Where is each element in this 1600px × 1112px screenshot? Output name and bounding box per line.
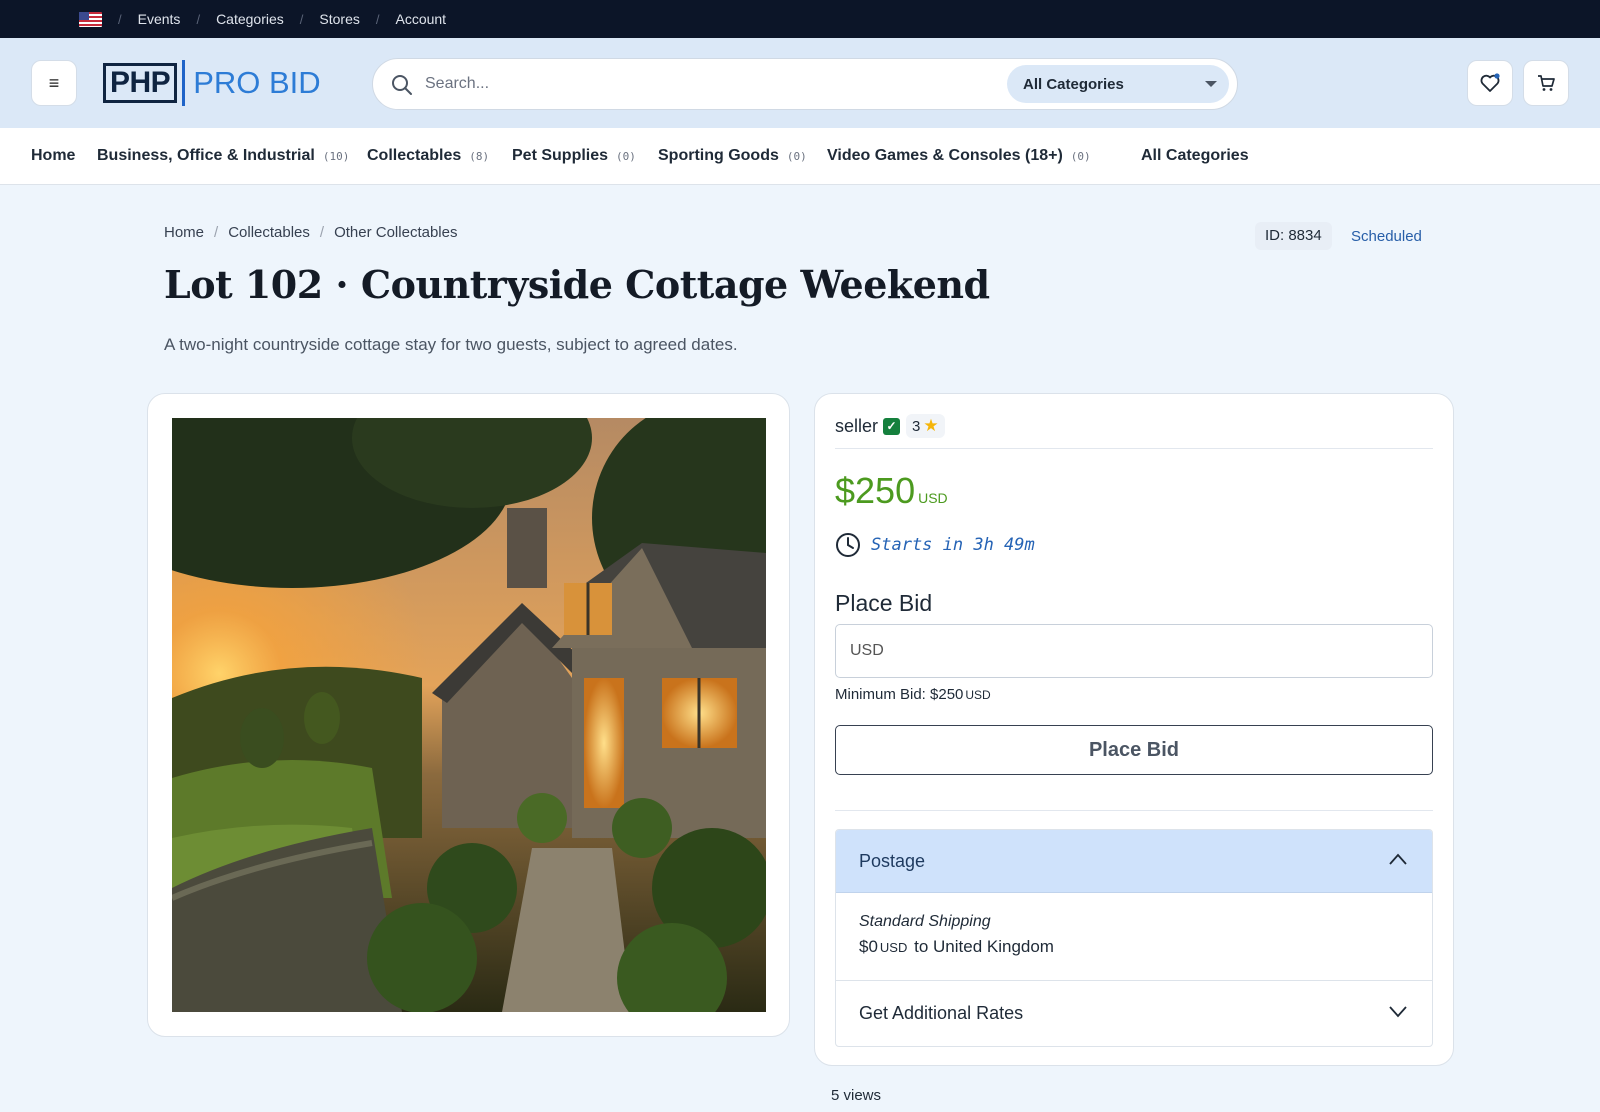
- bid-card: seller ✓ 3 ★ $250 USD Starts in 3h 49m Pl…: [814, 393, 1454, 1066]
- nav-count: (0): [616, 150, 636, 163]
- nav-home[interactable]: Home: [31, 147, 75, 165]
- minimum-bid-currency: USD: [965, 688, 991, 702]
- verified-check-icon: ✓: [883, 417, 901, 435]
- top-link-categories[interactable]: Categories: [216, 11, 284, 27]
- breadcrumb-collectables[interactable]: Collectables: [228, 224, 310, 241]
- divider: [835, 810, 1433, 811]
- breadcrumb-other-collectables[interactable]: Other Collectables: [334, 224, 457, 241]
- nav-count: (0): [786, 150, 807, 163]
- top-link-account[interactable]: Account: [395, 11, 446, 27]
- category-select[interactable]: All Categories: [1007, 65, 1229, 103]
- minimum-bid: Minimum Bid: $250 USD: [835, 686, 991, 703]
- chevron-down-icon: [1389, 1006, 1407, 1018]
- top-bar: / Events / Categories / Stores / Account: [0, 0, 1600, 38]
- shipping-currency: USD: [879, 940, 908, 955]
- nav-business[interactable]: Business, Office & Industrial (10): [97, 147, 349, 165]
- clock-icon: [836, 533, 860, 557]
- logo-sub: PRO BID: [193, 65, 321, 100]
- listing-photo[interactable]: [172, 418, 766, 1012]
- wishlist-button[interactable]: [1467, 60, 1513, 106]
- search-input[interactable]: [425, 69, 965, 99]
- seller-rating: 3 ★: [906, 414, 945, 438]
- page-title: Lot 102 · Countryside Cottage Weekend: [164, 262, 990, 307]
- rating-value: 3: [912, 417, 921, 435]
- nav-count: (8): [469, 150, 490, 163]
- postage-details: Standard Shipping $0 USD to United Kingdo…: [836, 893, 1432, 981]
- auction-timer: Starts in 3h 49m: [835, 532, 1035, 558]
- shipping-cost: $0 USD to United Kingdom: [859, 937, 1409, 957]
- breadcrumb-separator: /: [214, 224, 219, 241]
- separator: /: [118, 11, 122, 27]
- bid-amount-input[interactable]: [835, 624, 1433, 678]
- nav-label: Collectables: [367, 147, 462, 164]
- star-icon: ★: [923, 416, 939, 435]
- nav-label: Business, Office & Industrial: [97, 147, 315, 164]
- seller-name[interactable]: seller: [835, 416, 878, 437]
- price-currency: USD: [918, 490, 948, 506]
- current-price: $250 USD: [835, 470, 948, 512]
- top-link-events[interactable]: Events: [138, 11, 181, 27]
- search-bar: All Categories: [372, 58, 1238, 110]
- nav-label: Pet Supplies: [512, 147, 609, 164]
- view-count: 5 views: [831, 1087, 882, 1104]
- separator: /: [375, 11, 380, 27]
- nav-label: Video Games & Consoles (18+): [827, 147, 1063, 164]
- site-header: ≡ PHP PRO BID All Categories: [0, 38, 1600, 128]
- top-link-stores[interactable]: Stores: [319, 11, 359, 27]
- minimum-bid-label: Minimum Bid: $250: [835, 686, 964, 703]
- seller-info: seller ✓ 3 ★: [835, 414, 945, 438]
- divider: [835, 448, 1433, 449]
- listing-subtitle: A two-night countryside cottage stay for…: [164, 335, 738, 354]
- hamburger-icon: ≡: [48, 72, 60, 93]
- postage-accordion: Postage Standard Shipping $0 USD to Unite…: [835, 829, 1433, 1047]
- nav-collectables[interactable]: Collectables (8): [367, 147, 489, 165]
- nav-count: (10): [322, 150, 350, 163]
- image-card: [147, 393, 790, 1037]
- nav-all-categories[interactable]: All Categories: [1141, 147, 1249, 165]
- shipping-method: Standard Shipping: [859, 913, 991, 930]
- logo-divider: [182, 60, 186, 106]
- timer-text: Starts in 3h 49m: [871, 535, 1035, 555]
- logo-main: PHP: [103, 63, 178, 103]
- postage-heading: Postage: [859, 850, 926, 871]
- chevron-up-icon: [1389, 853, 1407, 865]
- caret-down-icon: [1205, 81, 1217, 87]
- nav-label: Sporting Goods: [658, 147, 779, 164]
- category-select-value: All Categories: [1023, 75, 1124, 93]
- nav-sporting-goods[interactable]: Sporting Goods (0): [658, 147, 807, 165]
- shipping-amount: $0: [859, 937, 878, 956]
- cart-button[interactable]: [1523, 60, 1569, 106]
- search-icon: [391, 74, 413, 101]
- additional-rates-label: Get Additional Rates: [859, 1002, 1024, 1023]
- nav-video-games[interactable]: Video Games & Consoles (18+) (0): [827, 147, 1091, 165]
- shipping-destination: to United Kingdom: [914, 937, 1054, 956]
- postage-accordion-header[interactable]: Postage: [836, 830, 1432, 893]
- separator: /: [299, 11, 304, 27]
- status-badge: Scheduled: [1351, 228, 1422, 245]
- breadcrumb-home[interactable]: Home: [164, 224, 204, 241]
- heart-icon: [1480, 73, 1500, 92]
- us-flag-icon[interactable]: [79, 11, 102, 27]
- menu-button[interactable]: ≡: [31, 60, 77, 106]
- separator: /: [196, 11, 201, 27]
- breadcrumb-separator: /: [319, 224, 325, 241]
- nav-count: (0): [1070, 150, 1091, 163]
- cart-icon: [1538, 75, 1555, 91]
- site-logo[interactable]: PHP PRO BID: [103, 60, 321, 106]
- category-nav: Home Business, Office & Industrial (10) C…: [0, 128, 1600, 185]
- additional-rates-header[interactable]: Get Additional Rates: [836, 981, 1432, 1045]
- nav-pet-supplies[interactable]: Pet Supplies (0): [512, 147, 636, 165]
- place-bid-heading: Place Bid: [835, 590, 933, 616]
- breadcrumb: Home / Collectables / Other Collectables: [164, 224, 457, 241]
- price-value: $250: [835, 470, 916, 511]
- place-bid-button[interactable]: Place Bid: [835, 725, 1433, 775]
- listing-id-badge: ID: 8834: [1255, 222, 1332, 250]
